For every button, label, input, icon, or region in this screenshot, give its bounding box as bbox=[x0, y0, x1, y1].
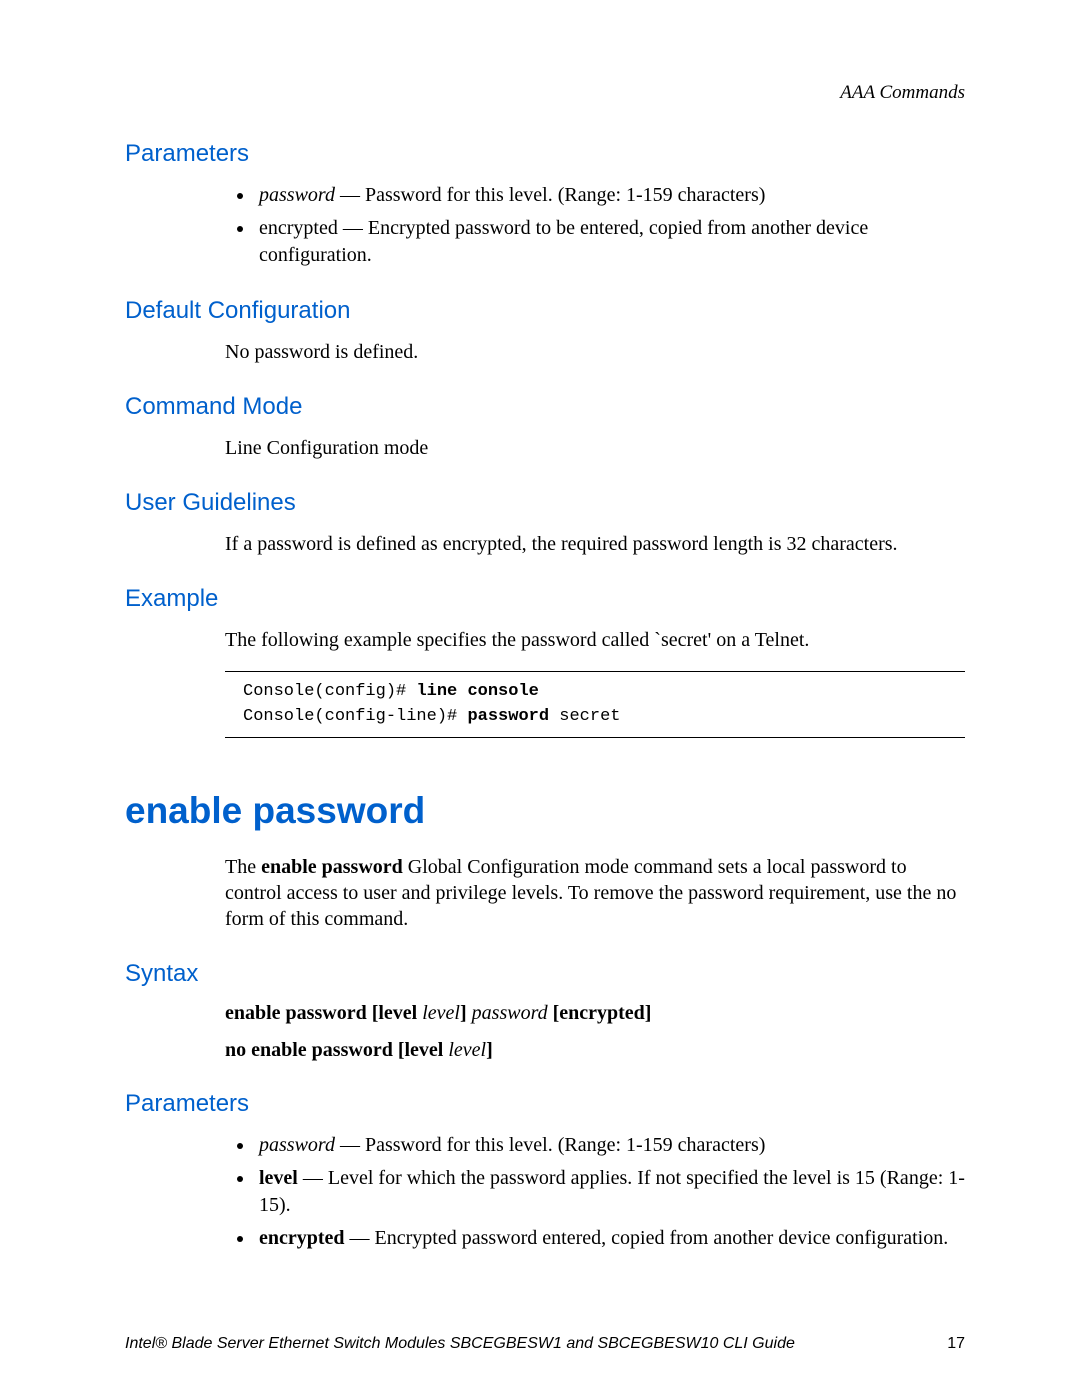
list-item: encrypted — Encrypted password to be ent… bbox=[255, 215, 965, 269]
list-item: password — Password for this level. (Ran… bbox=[255, 182, 965, 209]
command-mode-body: Line Configuration mode bbox=[225, 435, 965, 461]
heading-example: Example bbox=[125, 585, 965, 613]
param-name: encrypted bbox=[259, 1227, 345, 1249]
code-command: line console bbox=[416, 682, 538, 701]
code-prompt: Console(config)# bbox=[243, 682, 416, 701]
user-guidelines-body: If a password is defined as encrypted, t… bbox=[225, 531, 965, 557]
heading-syntax: Syntax bbox=[125, 960, 965, 988]
param-name: password bbox=[259, 184, 335, 206]
page-content: Parameters password — Password for this … bbox=[125, 140, 965, 1252]
syntax-token: ] bbox=[460, 1002, 472, 1024]
param-desc: — Password for this level. (Range: 1-159… bbox=[335, 184, 765, 206]
syntax-token: password bbox=[472, 1002, 553, 1024]
code-separator-bottom bbox=[225, 737, 965, 738]
page-footer: Intel® Blade Server Ethernet Switch Modu… bbox=[125, 1335, 965, 1353]
syntax-token: ] bbox=[486, 1039, 493, 1061]
command-intro: The enable password Global Configuration… bbox=[225, 854, 965, 932]
list-item: encrypted — Encrypted password entered, … bbox=[255, 1225, 965, 1252]
list-item: level — Level for which the password app… bbox=[255, 1165, 965, 1219]
footer-title: Intel® Blade Server Ethernet Switch Modu… bbox=[125, 1335, 795, 1353]
syntax-token: level bbox=[448, 1039, 486, 1061]
param-name: encrypted bbox=[259, 217, 338, 239]
list-item: password — Password for this level. (Ran… bbox=[255, 1132, 965, 1159]
heading-user-guidelines: User Guidelines bbox=[125, 489, 965, 517]
example-intro: The following example specifies the pass… bbox=[225, 627, 965, 653]
default-config-body: No password is defined. bbox=[225, 339, 965, 365]
syntax-token: [level bbox=[398, 1039, 449, 1061]
syntax-token: no enable password bbox=[225, 1039, 398, 1061]
param-desc: — Password for this level. (Range: 1-159… bbox=[335, 1134, 765, 1156]
page: AAA Commands Parameters password — Passw… bbox=[0, 0, 1080, 1397]
heading-parameters: Parameters bbox=[125, 140, 965, 168]
code-arg: secret bbox=[549, 707, 620, 726]
heading-default-config: Default Configuration bbox=[125, 297, 965, 325]
command-title: enable password bbox=[125, 790, 965, 832]
page-number: 17 bbox=[947, 1335, 965, 1353]
heading-command-mode: Command Mode bbox=[125, 393, 965, 421]
parameters-list-2: password — Password for this level. (Ran… bbox=[225, 1132, 965, 1252]
heading-parameters-2: Parameters bbox=[125, 1090, 965, 1118]
code-prompt: Console(config-line)# bbox=[243, 707, 467, 726]
param-desc: — Level for which the password applies. … bbox=[259, 1167, 965, 1216]
param-name: password bbox=[259, 1134, 335, 1156]
syntax-token: [level bbox=[372, 1002, 423, 1024]
intro-cmd: enable password bbox=[261, 856, 403, 878]
syntax-line: enable password [level level] password [… bbox=[225, 1002, 965, 1025]
intro-pre: The bbox=[225, 856, 261, 878]
syntax-line: no enable password [level level] bbox=[225, 1039, 965, 1062]
param-desc: — Encrypted password to be entered, copi… bbox=[259, 217, 868, 266]
param-desc: — Encrypted password entered, copied fro… bbox=[345, 1227, 949, 1249]
syntax-token: enable password bbox=[225, 1002, 372, 1024]
chapter-header: AAA Commands bbox=[840, 82, 965, 104]
parameters-list: password — Password for this level. (Ran… bbox=[225, 182, 965, 269]
code-command: password bbox=[467, 707, 549, 726]
code-separator-top bbox=[225, 671, 965, 672]
syntax-token: [encrypted] bbox=[553, 1002, 652, 1024]
code-example: Console(config)# line console Console(co… bbox=[243, 680, 965, 729]
syntax-token: level bbox=[422, 1002, 460, 1024]
param-name: level bbox=[259, 1167, 298, 1189]
